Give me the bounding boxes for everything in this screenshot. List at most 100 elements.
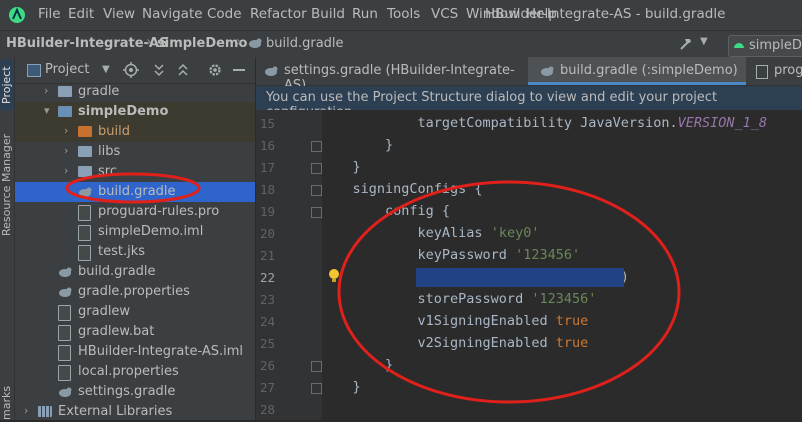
tree-item[interactable]: build.gradle — [15, 182, 255, 202]
tab-proguard[interactable]: progu — [748, 57, 802, 85]
line-number: 26 — [259, 358, 275, 373]
project-view-selector[interactable]: Project — [45, 62, 89, 77]
locate-target-icon[interactable] — [123, 62, 139, 78]
code-token: } — [320, 137, 394, 153]
chevron-right-icon[interactable]: › — [64, 164, 68, 177]
code-line[interactable]: keyPassword '123456' — [320, 247, 581, 263]
menu-tools[interactable]: Tools — [387, 6, 420, 22]
intention-bulb-icon[interactable] — [328, 268, 340, 284]
code-token: config { — [320, 203, 451, 219]
expand-all-icon[interactable] — [151, 62, 167, 78]
bookmarks-tool-tab[interactable]: marks — [0, 386, 14, 420]
tab-settings-gradle[interactable]: settings.gradle (HBuilder-Integrate-AS) — [256, 57, 526, 93]
chevron-down-icon[interactable]: ▼ — [102, 64, 110, 75]
code-token: } — [320, 357, 394, 373]
tab-build-gradle[interactable]: build.gradle (:simpleDemo) — [528, 57, 746, 85]
collapse-all-icon[interactable] — [175, 62, 191, 78]
tree-item[interactable]: simpleDemo.iml — [15, 222, 255, 242]
file-icon — [756, 65, 768, 79]
menu-view[interactable]: View — [103, 6, 135, 22]
tree-item[interactable]: gradlew — [15, 302, 255, 322]
tree-item[interactable]: gradlew.bat — [15, 322, 255, 342]
menu-code[interactable]: Code — [207, 6, 242, 22]
code-token: '123456' — [531, 291, 597, 307]
run-configuration-label: simpleDem — [749, 38, 802, 53]
tree-item[interactable]: settings.gradle — [15, 382, 255, 402]
file-icon — [78, 205, 91, 221]
code-line[interactable]: } — [320, 357, 393, 373]
tree-item[interactable]: ▾ simpleDemo — [15, 102, 255, 122]
tree-item[interactable]: › build — [15, 122, 255, 142]
code-line[interactable]: } — [320, 137, 393, 153]
project-view-icon — [27, 64, 41, 77]
code-token: targetCompatibility JavaVersion. — [320, 115, 678, 131]
tree-item-label: src — [98, 164, 117, 179]
code-line[interactable]: } — [320, 159, 361, 175]
gradle-elephant-icon — [541, 66, 554, 76]
menu-file[interactable]: File — [38, 6, 61, 22]
code-token: true — [555, 313, 589, 329]
code-line[interactable]: storePassword '123456' — [320, 291, 597, 307]
tree-item[interactable]: proguard-rules.pro — [15, 202, 255, 222]
tree-item-label: gradlew — [78, 304, 131, 319]
code-line[interactable]: v2SigningEnabled true — [320, 335, 589, 351]
line-number: 23 — [259, 292, 275, 307]
tree-item-label: settings.gradle — [78, 384, 176, 399]
tree-item[interactable]: › External Libraries — [15, 402, 255, 422]
gradle-elephant-icon — [265, 66, 278, 76]
project-panel: Project ▼ › gradle ▾ simpleDemo › build › libs ›… — [15, 57, 255, 420]
file-icon — [58, 325, 71, 341]
code-token: signingConfigs { — [320, 181, 483, 197]
tab-label: build.gradle (:simpleDemo) — [560, 63, 738, 78]
menu-build[interactable]: Build — [311, 6, 345, 22]
chevron-down-icon[interactable]: ▼ — [700, 36, 708, 47]
code-line[interactable]: config { — [320, 203, 450, 219]
tree-item[interactable]: build.gradle — [15, 262, 255, 282]
line-number: 17 — [259, 160, 275, 175]
tree-item[interactable]: gradle.properties — [15, 282, 255, 302]
run-configuration-selector[interactable]: simpleDem — [728, 35, 802, 57]
chevron-right-icon[interactable]: › — [64, 144, 68, 157]
chevron-down-icon[interactable]: ▾ — [44, 104, 50, 117]
breadcrumb-file[interactable]: build.gradle — [266, 36, 344, 51]
resource-manager-tool-tab[interactable]: Resource Manager — [0, 130, 14, 240]
project-tool-tab[interactable]: Project — [0, 60, 14, 110]
code-line[interactable]: keyAlias 'key0' — [320, 225, 540, 241]
code-line[interactable]: targetCompatibility JavaVersion.VERSION_… — [320, 115, 768, 131]
tree-item[interactable]: › src — [15, 162, 255, 182]
hide-panel-icon[interactable] — [233, 69, 245, 71]
gradle-elephant-icon — [59, 267, 72, 277]
tree-item[interactable]: › gradle — [15, 82, 255, 102]
menu-refactor[interactable]: Refactor — [250, 6, 307, 22]
breadcrumb-module[interactable]: simpleDemo — [157, 36, 247, 51]
libraries-icon — [38, 406, 52, 417]
chevron-right-icon[interactable]: › — [64, 124, 68, 137]
android-studio-logo-icon — [9, 7, 25, 23]
code-line[interactable]: } — [320, 379, 361, 395]
breadcrumb-separator-icon: › — [236, 34, 242, 50]
tree-item-label: build.gradle — [78, 264, 156, 279]
gear-icon[interactable] — [207, 62, 223, 78]
menu-edit[interactable]: Edit — [68, 6, 94, 22]
tree-item-label: local.properties — [78, 364, 179, 379]
tree-item[interactable]: test.jks — [15, 242, 255, 262]
editor-gutter — [256, 110, 322, 420]
tree-item[interactable]: HBuilder-Integrate-AS.iml — [15, 342, 255, 362]
build-hammer-icon[interactable] — [678, 36, 694, 52]
menu-navigate[interactable]: Navigate — [142, 6, 203, 22]
breadcrumb-project[interactable]: HBuilder-Integrate-AS — [6, 36, 168, 51]
menu-run[interactable]: Run — [352, 6, 378, 22]
chevron-right-icon[interactable]: › — [24, 404, 28, 417]
tree-item[interactable]: › libs — [15, 142, 255, 162]
code-line[interactable]: v1SigningEnabled true — [320, 313, 589, 329]
chevron-right-icon[interactable]: › — [44, 84, 48, 97]
breadcrumb-separator-icon: › — [146, 34, 152, 50]
line-number: 16 — [259, 138, 275, 153]
code-editor[interactable] — [322, 110, 802, 420]
code-line[interactable]: signingConfigs { — [320, 181, 483, 197]
tree-item-label: simpleDemo.iml — [98, 224, 204, 239]
gradle-elephant-icon — [79, 187, 92, 197]
menu-vcs[interactable]: VCS — [431, 6, 458, 22]
line-number: 25 — [259, 336, 275, 351]
tree-item[interactable]: local.properties — [15, 362, 255, 382]
